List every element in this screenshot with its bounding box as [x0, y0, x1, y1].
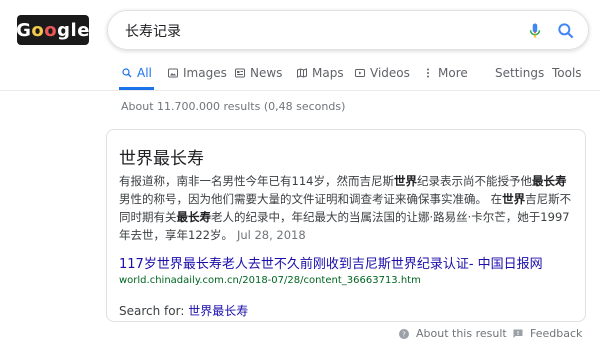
logo-letter: gle: [57, 19, 90, 41]
feedback-link[interactable]: Feedback: [512, 327, 582, 340]
image-icon: [168, 68, 178, 78]
snippet-date: Jul 28, 2018: [236, 228, 306, 242]
snippet-text: 有报道称，南非一名男性今年已有114岁，然而吉尼斯世界纪录表示尚不能授予他最长寿…: [119, 172, 577, 244]
tab-all[interactable]: All: [119, 66, 154, 90]
tab-videos[interactable]: Videos: [354, 66, 410, 80]
snippet-highlight: 最长寿: [176, 210, 212, 224]
news-icon: [235, 68, 245, 78]
tab-news[interactable]: News: [234, 66, 282, 80]
help-icon: ?: [399, 328, 409, 339]
logo-letter: G: [16, 19, 32, 41]
search-for-label: Search for:: [119, 304, 185, 318]
results-stats: About 11.700.000 results (0,48 seconds): [121, 100, 346, 113]
tab-more[interactable]: More: [422, 66, 468, 80]
logo-letter: o: [44, 19, 58, 41]
snippet-highlight: 世界: [393, 174, 417, 188]
more-vert-icon: [427, 68, 429, 78]
tools-link[interactable]: Tools: [552, 66, 582, 80]
tools-label: Tools: [552, 66, 582, 80]
snippet-fragment: 有报道称，南非一名男性今年已有114岁，然而吉尼斯: [119, 174, 394, 188]
tab-label: Maps: [312, 66, 344, 80]
snippet-highlight: 最长寿: [531, 174, 567, 188]
snippet-title: 世界最长寿: [119, 149, 204, 169]
logo-letter: o: [31, 19, 45, 41]
search-tabs: All Images News Maps Videos More Setting…: [0, 62, 600, 91]
tab-maps[interactable]: Maps: [296, 66, 344, 80]
feedback-label: Feedback: [530, 327, 583, 340]
svg-text:?: ?: [402, 330, 406, 338]
search-input[interactable]: 长寿记录: [125, 21, 181, 41]
result-link[interactable]: 117岁世界最长寿老人去世不久前刚收到吉尼斯世界纪录认证- 中国日报网: [119, 253, 543, 272]
google-logo[interactable]: Go o gle: [16, 15, 90, 45]
tab-label: Images: [183, 66, 227, 80]
search-for: Search for: 世界最长寿: [119, 302, 248, 319]
tab-label: More: [438, 66, 468, 80]
video-icon: [355, 69, 365, 77]
tab-label: News: [250, 66, 283, 80]
about-label: About this result: [416, 327, 507, 340]
map-icon: [297, 68, 307, 78]
snippet-fragment: 男性的称号，因为他们需要大量的文件证明和调查考证来确保事实准确。 在: [119, 192, 503, 206]
search-for-link[interactable]: 世界最长寿: [188, 304, 248, 318]
microphone-icon[interactable]: [526, 21, 544, 41]
featured-snippet: 世界最长寿 有报道称，南非一名男性今年已有114岁，然而吉尼斯世界纪录表示尚不能…: [106, 129, 586, 322]
search-icon: [122, 68, 132, 78]
snippet-fragment: 纪录表示尚不能授予他: [416, 174, 532, 188]
result-url: world.chinadaily.com.cn/2018-07/28/conte…: [119, 275, 421, 286]
tab-images[interactable]: Images: [167, 66, 227, 80]
settings-label: Settings: [495, 66, 545, 80]
tab-label: Videos: [370, 66, 410, 80]
search-box[interactable]: 长寿记录: [107, 10, 589, 50]
tab-label: All: [137, 66, 152, 80]
feedback-icon: [513, 329, 523, 338]
search-icon[interactable]: [556, 21, 576, 41]
settings-link[interactable]: Settings: [495, 66, 544, 80]
snippet-highlight: 世界: [502, 192, 526, 206]
about-result[interactable]: ? About this result: [398, 327, 507, 340]
